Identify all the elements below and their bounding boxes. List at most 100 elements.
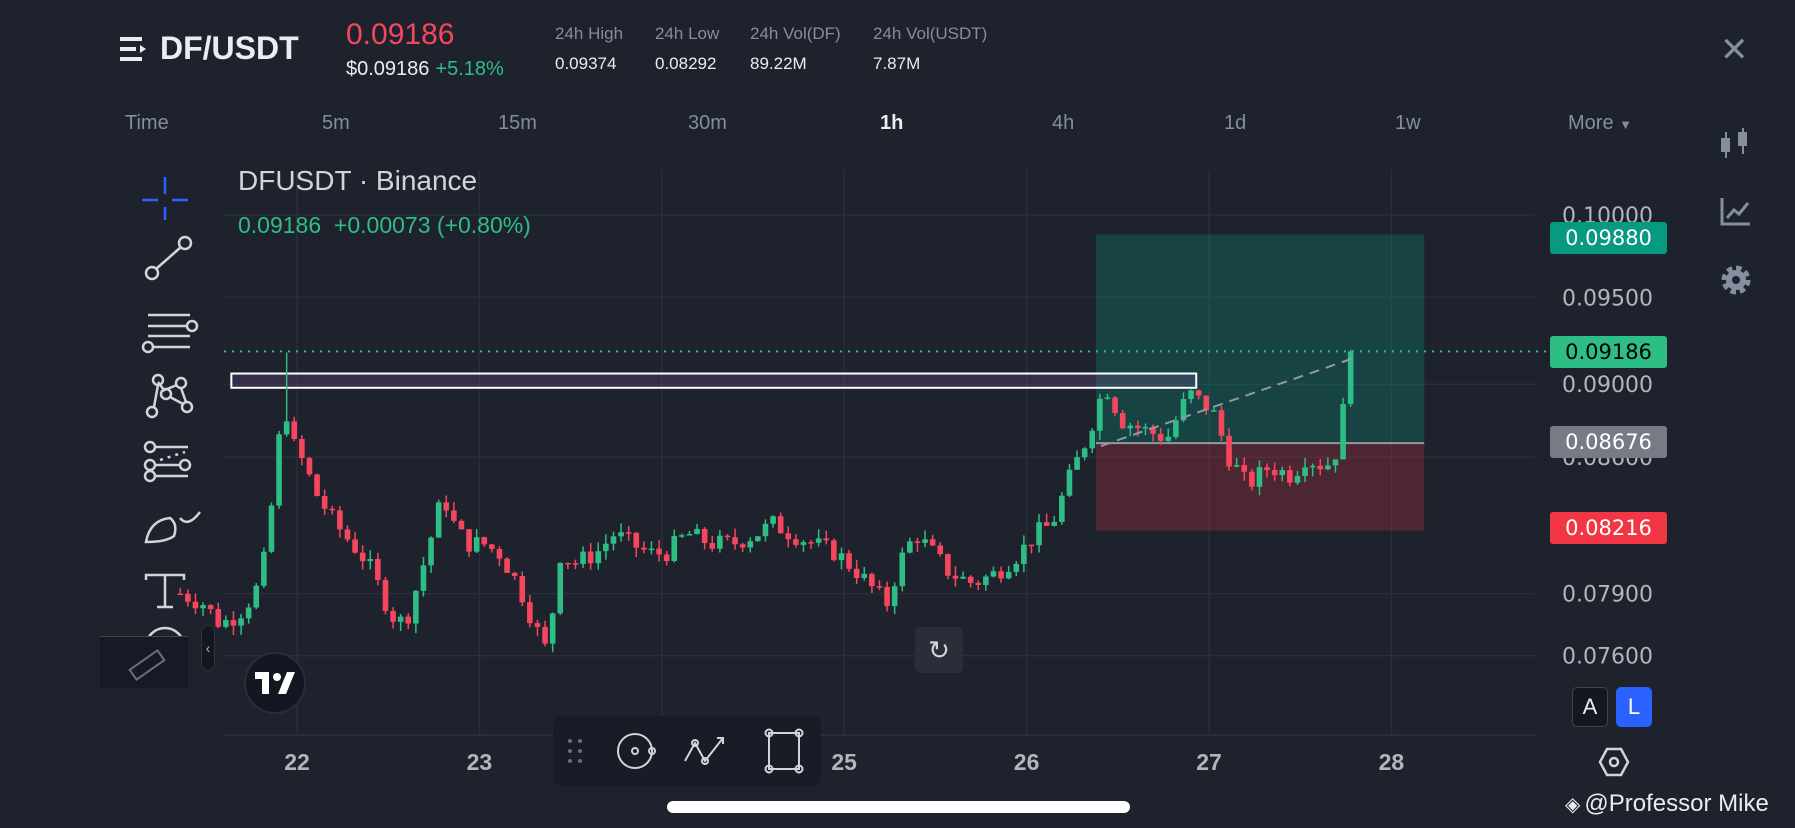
tradingview-logo[interactable] [244, 652, 306, 714]
candle-body [1157, 433, 1164, 441]
candle-body [1340, 404, 1346, 460]
candle-body [914, 541, 921, 543]
candle-body [352, 539, 358, 553]
candle-body [382, 580, 389, 611]
candle-body [755, 536, 761, 542]
candle-body [641, 547, 647, 550]
chart-title: DFUSDT · Binance [238, 165, 478, 196]
candle-body [610, 536, 617, 544]
target-zone [1095, 234, 1425, 444]
candle-body [800, 542, 807, 545]
candle-body [565, 562, 571, 565]
candle-body [337, 510, 343, 530]
price-tick-label: 0.09000 [1562, 373, 1653, 398]
candle-body [344, 529, 351, 540]
candle-body [367, 559, 374, 562]
candle-body [709, 543, 716, 549]
candle-body [420, 565, 427, 591]
drag-handle-icon[interactable] [568, 739, 582, 763]
candle-body [960, 576, 966, 579]
reset-icon: ↻ [928, 634, 950, 665]
candle-body [1309, 465, 1316, 468]
candle-body [884, 586, 890, 607]
candle-body [1036, 522, 1042, 546]
candle-body [701, 528, 708, 544]
candle-body [580, 551, 586, 564]
settings-gear-icon[interactable] [1718, 262, 1754, 298]
candle-body [1264, 467, 1270, 471]
resistance-zone [230, 372, 1198, 389]
candle-body [466, 529, 472, 552]
candlestick-type-icon[interactable] [1718, 126, 1754, 162]
candle-body [1165, 436, 1172, 441]
settings-hexagon-icon[interactable] [1598, 746, 1630, 778]
candle-body [458, 520, 465, 530]
candle-body [261, 551, 267, 586]
candle-body [929, 539, 936, 546]
candle-body [413, 590, 419, 624]
time-tick-label: 27 [1196, 749, 1222, 775]
path-tool-icon[interactable] [684, 737, 724, 765]
candle-body [1317, 465, 1324, 470]
reset-chart-button[interactable]: ↻ [915, 627, 963, 673]
candle-body [1135, 425, 1141, 428]
candle-body [397, 616, 404, 622]
candle-body [1218, 410, 1225, 436]
candle-body [1294, 476, 1301, 483]
candle-body [207, 605, 214, 610]
candle-body [648, 548, 655, 551]
log-scale-button[interactable]: L [1616, 687, 1652, 727]
candle-body [823, 538, 830, 541]
candle-body [869, 573, 875, 587]
candle-body [595, 551, 602, 564]
candle-body [983, 576, 989, 586]
candle-body [1233, 465, 1240, 467]
target-price-label: 0.09880 [1550, 222, 1667, 254]
candle-body [542, 626, 548, 644]
candle-body [1302, 467, 1308, 477]
candle-body [245, 607, 252, 619]
ohlc-legend: 0.09186 +0.00073 (+0.80%) [238, 212, 531, 238]
candle-body [1005, 571, 1012, 579]
candle-body [192, 601, 199, 609]
candle-body [770, 516, 776, 524]
magnet-icon[interactable] [617, 733, 656, 769]
floating-toolbar [553, 716, 821, 786]
candle-body [321, 495, 328, 509]
indicators-icon[interactable] [1718, 194, 1754, 230]
candle-body [306, 458, 313, 475]
candle-body [1127, 425, 1134, 429]
candle-body [314, 474, 320, 496]
home-indicator [667, 801, 1130, 813]
auto-scale-button[interactable]: A [1572, 687, 1608, 727]
candle-body [1028, 544, 1035, 547]
candle-body [519, 576, 526, 603]
candle-body [1211, 410, 1217, 412]
stop-price-label: 0.08216 [1550, 512, 1667, 544]
time-tick-label: 25 [831, 749, 857, 775]
candle-body [656, 548, 662, 555]
candle-body [717, 535, 723, 549]
rectangle-tool-icon[interactable] [764, 728, 804, 774]
candle-body [587, 551, 594, 564]
price-tick-label: 0.07900 [1562, 583, 1653, 608]
candle-body [1066, 469, 1073, 496]
candle-body [1195, 390, 1202, 396]
candle-body [572, 563, 579, 565]
candle-body [724, 535, 731, 538]
candle-body [329, 508, 336, 511]
candle-body [922, 539, 928, 543]
candle-body [603, 543, 609, 552]
candle-body [808, 542, 814, 544]
candle-body [732, 537, 738, 545]
candle-body [451, 510, 457, 521]
candle-body [1287, 470, 1293, 483]
candle-body [405, 616, 412, 624]
candle-body [504, 558, 510, 573]
candle-body [907, 541, 913, 553]
candle-body [390, 610, 396, 622]
candle-body [1332, 459, 1339, 466]
candle-body [291, 421, 298, 439]
candle-body [633, 532, 640, 548]
candle-body [975, 582, 982, 586]
